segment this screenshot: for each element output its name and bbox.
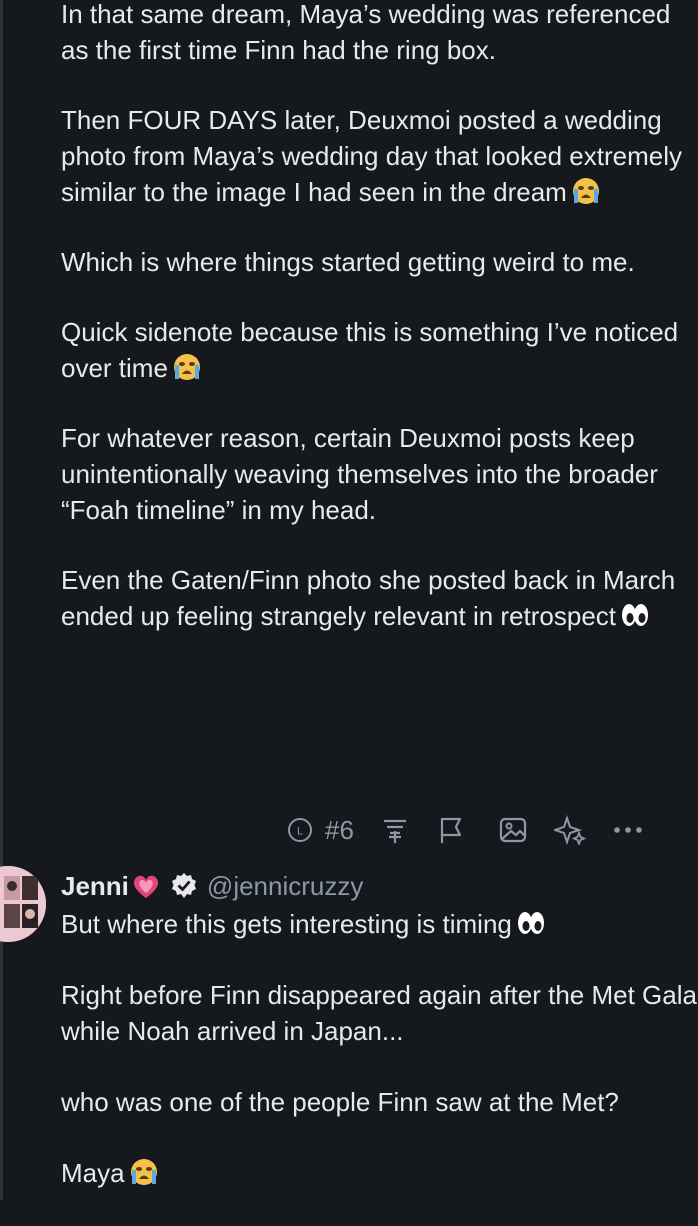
post-body: In that same dream, Maya’s wedding was r… (61, 0, 698, 668)
sparkles-icon[interactable] (542, 808, 598, 852)
user-handle[interactable]: @jennicruzzy (207, 871, 363, 902)
crying-emoji (129, 1157, 159, 1187)
post-paragraph: Even the Gaten/Finn photo she posted bac… (61, 565, 683, 631)
post-paragraph: In that same dream, Maya’s wedding was r… (61, 0, 678, 65)
eyes-emoji (620, 600, 650, 630)
crying-emoji (172, 352, 202, 382)
post-count[interactable]: #6 (325, 815, 354, 846)
reply-paragraph: But where this gets interesting is timin… (61, 906, 698, 942)
post-action-bar: L #6 (285, 808, 658, 852)
reply-post: Jenni @jennicruzzy But where this gets i… (0, 860, 698, 1200)
post-paragraph: Which is where things started getting we… (61, 247, 635, 277)
avatar[interactable] (0, 866, 46, 942)
views-icon[interactable]: L (285, 808, 315, 852)
reply-paragraph: Right before Finn disappeared again afte… (61, 980, 697, 1046)
crying-emoji (571, 176, 601, 206)
verified-badge-icon (171, 873, 196, 898)
more-icon[interactable] (598, 808, 658, 852)
display-name[interactable]: Jenni (61, 871, 129, 902)
reply-header: Jenni @jennicruzzy (61, 866, 363, 906)
reply-paragraph: Maya (61, 1155, 698, 1191)
post-paragraph: Quick sidenote because this is something… (61, 317, 686, 383)
post-paragraph: For whatever reason, certain Deuxmoi pos… (61, 423, 666, 525)
reply-body: But where this gets interesting is timin… (61, 906, 698, 1226)
eyes-emoji (516, 908, 546, 938)
thread-add-icon[interactable] (372, 808, 418, 852)
post-paragraph: Then FOUR DAYS later, Deuxmoi posted a w… (61, 105, 690, 207)
pink-heart-emoji (131, 871, 161, 901)
flag-icon[interactable] (418, 808, 484, 852)
reply-paragraph: who was one of the people Finn saw at th… (61, 1087, 619, 1117)
image-icon[interactable] (484, 808, 542, 852)
svg-text:L: L (297, 826, 303, 838)
